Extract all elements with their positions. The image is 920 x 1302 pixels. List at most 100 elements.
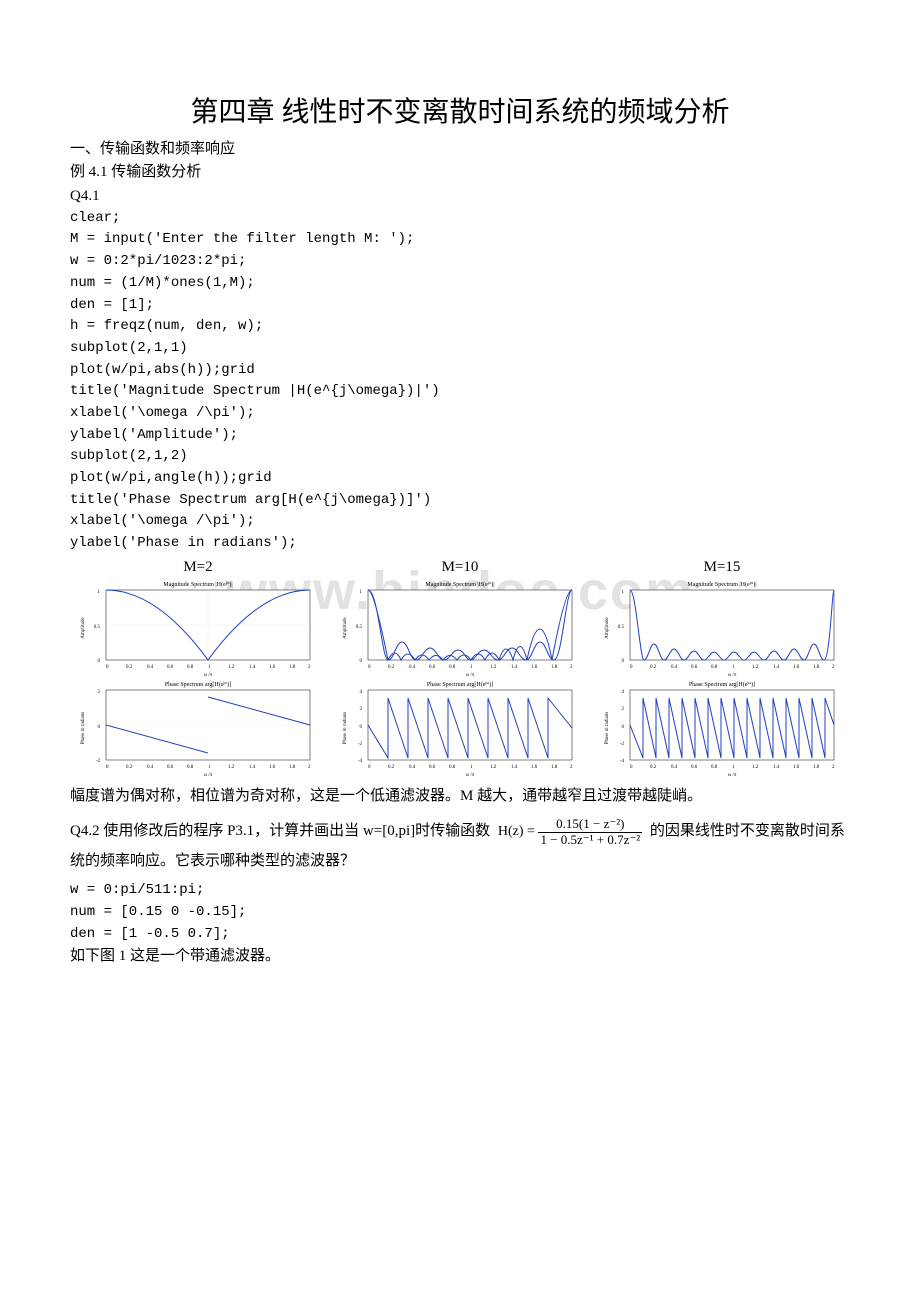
phase-chart-m2: Phase Spectrum arg[H(ejω)] Phase in radi… xyxy=(70,678,326,778)
code-line: w = 0:pi/511:pi; xyxy=(70,880,850,902)
svg-text:0.2: 0.2 xyxy=(126,765,133,770)
svg-text:1.4: 1.4 xyxy=(511,765,518,770)
svg-text:0.4: 0.4 xyxy=(409,765,416,770)
svg-text:0.6: 0.6 xyxy=(691,665,698,670)
svg-text:0: 0 xyxy=(98,725,101,730)
svg-text:4: 4 xyxy=(360,690,363,695)
svg-text:0.4: 0.4 xyxy=(409,665,416,670)
svg-text:1: 1 xyxy=(360,590,363,595)
code-line: h = freqz(num, den, w); xyxy=(70,316,850,338)
svg-text:0: 0 xyxy=(630,765,633,770)
svg-text:Phase Spectrum arg[H(ejω)]: Phase Spectrum arg[H(ejω)] xyxy=(689,679,755,688)
svg-text:2: 2 xyxy=(98,690,101,695)
svg-text:0.2: 0.2 xyxy=(650,665,657,670)
code-line: plot(w/pi,angle(h));grid xyxy=(70,468,850,490)
code-line: ylabel('Amplitude'); xyxy=(70,425,850,447)
svg-text:Magnitude Spectrum |H(ejω)|: Magnitude Spectrum |H(ejω)| xyxy=(425,579,494,588)
example-heading: 例 4.1 传输函数分析 xyxy=(70,161,850,184)
svg-text:0: 0 xyxy=(106,665,109,670)
svg-text:0.6: 0.6 xyxy=(429,665,436,670)
svg-text:1.6: 1.6 xyxy=(269,765,276,770)
code-line: plot(w/pi,abs(h));grid xyxy=(70,360,850,382)
phase-chart-m10: Phase Spectrum arg[H(ejω)] Phase in radi… xyxy=(332,678,588,778)
svg-text:0.4: 0.4 xyxy=(671,665,678,670)
svg-text:1: 1 xyxy=(732,665,735,670)
magnitude-chart-m15: Magnitude Spectrum |H(ejω)| Amplitude 0 0… xyxy=(594,578,850,678)
svg-text:1: 1 xyxy=(470,765,473,770)
code-block-2: w = 0:pi/511:pi;num = [0.15 0 -0.15];den… xyxy=(70,880,850,945)
chart-column: M=10 Magnitude Spectrum |H(ejω)| Amplitu… xyxy=(332,559,588,778)
svg-text:0: 0 xyxy=(368,665,371,670)
svg-text:0: 0 xyxy=(360,659,363,664)
code-line: subplot(2,1,2) xyxy=(70,446,850,468)
svg-text:0.6: 0.6 xyxy=(429,765,436,770)
svg-text:2: 2 xyxy=(570,765,573,770)
chart-column: M=15 Magnitude Spectrum |H(ejω)| Amplitu… xyxy=(594,559,850,778)
svg-text:1.8: 1.8 xyxy=(551,765,558,770)
svg-text:Phase in radians: Phase in radians xyxy=(81,711,86,744)
svg-text:0.6: 0.6 xyxy=(691,765,698,770)
conclusion-text: 幅度谱为偶对称，相位谱为奇对称，这是一个低通滤波器。M 越大，通带越窄且过渡带越… xyxy=(70,784,850,810)
chart-m-label: M=10 xyxy=(332,559,588,576)
svg-text:1: 1 xyxy=(622,590,625,595)
svg-text:Phase Spectrum arg[H(ejω)]: Phase Spectrum arg[H(ejω)] xyxy=(427,679,493,688)
svg-text:Amplitude: Amplitude xyxy=(605,616,610,638)
code-line: xlabel('\omega /\pi'); xyxy=(70,511,850,533)
svg-text:0.6: 0.6 xyxy=(167,765,174,770)
eq-numerator: 0.15(1 − z⁻²) xyxy=(538,817,642,832)
svg-text:0.2: 0.2 xyxy=(126,665,133,670)
section-heading: 一、传输函数和频率响应 xyxy=(70,138,850,161)
page-title: 第四章 线性时不变离散时间系统的频域分析 xyxy=(70,90,850,130)
svg-text:2: 2 xyxy=(622,707,625,712)
svg-text:2: 2 xyxy=(308,765,311,770)
svg-text:2: 2 xyxy=(832,665,835,670)
svg-text:1.4: 1.4 xyxy=(511,665,518,670)
eq-denominator: 1 − 0.5z⁻¹ + 0.7z⁻² xyxy=(538,833,642,847)
svg-text:0.4: 0.4 xyxy=(671,765,678,770)
svg-text:1.6: 1.6 xyxy=(793,665,800,670)
question-label: Q4.1 xyxy=(70,185,850,208)
svg-text:1.4: 1.4 xyxy=(773,665,780,670)
svg-text:0: 0 xyxy=(622,659,625,664)
svg-text:2: 2 xyxy=(360,707,363,712)
code-line: clear; xyxy=(70,208,850,230)
svg-text:-2: -2 xyxy=(620,742,625,747)
code-block-1: clear;M = input('Enter the filter length… xyxy=(70,208,850,555)
svg-text:1: 1 xyxy=(98,590,101,595)
q42-prefix: Q4.2 使用修改后的程序 P3.1，计算并画出当 w=[0,pi]时传输函数 xyxy=(70,823,494,839)
svg-text:-2: -2 xyxy=(96,759,101,764)
code-line: num = [0.15 0 -0.15]; xyxy=(70,902,850,924)
svg-text:0.5: 0.5 xyxy=(94,625,101,630)
phase-chart-m15: Phase Spectrum arg[H(ejω)] Phase in radi… xyxy=(594,678,850,778)
svg-text:1: 1 xyxy=(732,765,735,770)
svg-text:1.8: 1.8 xyxy=(813,665,820,670)
q42-text: Q4.2 使用修改后的程序 P3.1，计算并画出当 w=[0,pi]时传输函数 … xyxy=(70,815,850,874)
svg-text:2: 2 xyxy=(832,765,835,770)
svg-text:1: 1 xyxy=(208,765,211,770)
svg-text:2: 2 xyxy=(570,665,573,670)
charts-row: M=2 Magnitude Spectrum |H(ejω)| Amplitud… xyxy=(70,559,850,778)
code-line: title('Magnitude Spectrum |H(e^{j\omega}… xyxy=(70,381,850,403)
svg-text:0.8: 0.8 xyxy=(711,665,718,670)
svg-text:0: 0 xyxy=(106,765,109,770)
svg-text:1.2: 1.2 xyxy=(490,665,497,670)
svg-text:0.8: 0.8 xyxy=(449,665,456,670)
svg-text:1.8: 1.8 xyxy=(813,765,820,770)
svg-text:0.2: 0.2 xyxy=(388,665,395,670)
svg-text:1.8: 1.8 xyxy=(289,665,296,670)
code-line: ylabel('Phase in radians'); xyxy=(70,533,850,555)
svg-text:1.8: 1.8 xyxy=(551,665,558,670)
code-line: title('Phase Spectrum arg[H(e^{j\omega})… xyxy=(70,490,850,512)
code-line: w = 0:2*pi/1023:2*pi; xyxy=(70,251,850,273)
svg-text:1.2: 1.2 xyxy=(228,765,235,770)
svg-text:0.8: 0.8 xyxy=(449,765,456,770)
svg-text:-4: -4 xyxy=(620,759,625,764)
chart-column: M=2 Magnitude Spectrum |H(ejω)| Amplitud… xyxy=(70,559,326,778)
svg-text:Magnitude Spectrum |H(ejω)|: Magnitude Spectrum |H(ejω)| xyxy=(687,579,756,588)
svg-text:1: 1 xyxy=(208,665,211,670)
conclusion-2: 如下图 1 这是一个带通滤波器。 xyxy=(70,945,850,968)
code-line: M = input('Enter the filter length M: ')… xyxy=(70,229,850,251)
svg-text:Magnitude Spectrum |H(ejω)|: Magnitude Spectrum |H(ejω)| xyxy=(163,579,232,588)
svg-text:-2: -2 xyxy=(358,742,363,747)
svg-text:1.2: 1.2 xyxy=(490,765,497,770)
